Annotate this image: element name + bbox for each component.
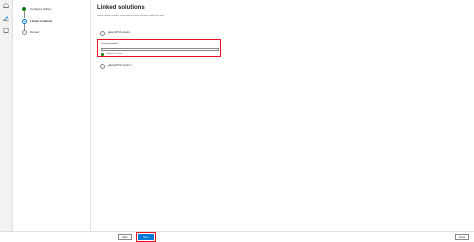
rail-item-demo[interactable]: Demo — [0, 27, 12, 39]
back-button[interactable]: Back — [118, 233, 132, 240]
check-icon — [101, 53, 104, 56]
step-done-icon — [22, 7, 26, 11]
step-label: Linked solutions — [30, 19, 53, 23]
radio-button[interactable] — [100, 31, 105, 36]
solution-option-label: galaxyDTSS solution — [108, 31, 131, 34]
step-connector — [24, 23, 25, 30]
selected-solution-group: SmartTaxpayable * Added in solutn — [97, 39, 221, 57]
step-current-icon — [22, 19, 27, 24]
radio-button[interactable] — [100, 64, 105, 69]
field-label: SmartTaxpayable * — [101, 43, 120, 45]
page-title: Linked solutions — [97, 5, 145, 11]
close-button[interactable]: Close — [455, 233, 469, 240]
rail-item-all-apps-label: All Apps — [3, 21, 9, 22]
footer-bar: Back Next Close — [0, 231, 474, 242]
page-description: Define solution product associated to al… — [97, 15, 165, 17]
solution-input[interactable] — [101, 48, 219, 51]
rail-item-all-apps[interactable]: All Apps — [0, 15, 12, 27]
status-label: Added in solutn — [107, 53, 123, 55]
step-connector — [24, 11, 25, 18]
wizard-steps: Configure Gallery Linked solutions Revie… — [12, 0, 91, 231]
next-button[interactable]: Next — [136, 231, 156, 242]
step-label: Configure Gallery — [30, 7, 52, 11]
solution-option-label: galaxyDTSS solution v — [108, 64, 133, 67]
rail-item-home-label: Home — [3, 8, 9, 9]
rail-item-home[interactable]: Home — [0, 2, 12, 14]
step-todo-icon — [22, 30, 27, 35]
rail-item-demo-label: Demo — [3, 33, 9, 34]
step-label: Review — [30, 30, 40, 34]
